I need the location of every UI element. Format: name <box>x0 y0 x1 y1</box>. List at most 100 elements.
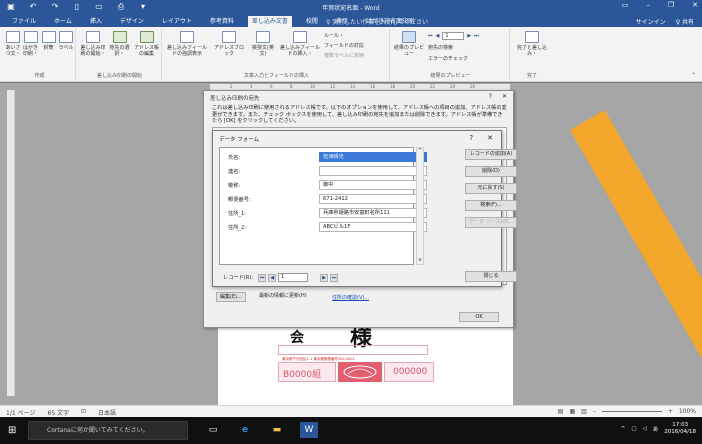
envelope-button[interactable]: 封筒 <box>41 31 56 51</box>
honorific-field[interactable]: 御中 <box>319 180 427 190</box>
field-row: 敬称: 御中 <box>224 180 427 190</box>
highlight-fields-button[interactable]: 差し込みフィールドの強調表示 <box>166 31 208 57</box>
close-icon[interactable]: ✕ <box>487 134 493 142</box>
tab-design[interactable]: デザイン <box>116 16 148 27</box>
postal-code-field[interactable]: 671-2412 <box>319 194 427 204</box>
ime-indicator[interactable]: あ <box>653 425 659 433</box>
ok-button[interactable]: OK <box>459 312 499 322</box>
share-button[interactable]: ♀ 共有 <box>676 17 694 26</box>
undo-button[interactable]: 元に戻す(S) <box>465 183 517 194</box>
close-icon[interactable]: ✕ <box>502 93 507 100</box>
minimize-icon[interactable]: – <box>646 1 650 9</box>
read-mode-icon[interactable]: ▤ <box>558 408 564 415</box>
start-merge-button[interactable]: 差し込み印刷の開始・ <box>80 31 106 57</box>
check-errors-button[interactable]: エラーのチェック <box>428 55 468 62</box>
web-layout-icon[interactable]: ▥ <box>581 408 587 415</box>
field-label: 住所_1: <box>228 211 247 217</box>
zoom-out-icon[interactable]: – <box>593 408 596 415</box>
finish-merge-button[interactable]: 完了と差し込み・ <box>516 31 548 57</box>
cortana-search-box[interactable]: Cortanaに何か聞いてみてください。 <box>28 421 188 440</box>
tab-mailings[interactable]: 差し込み文書 <box>247 16 292 27</box>
record-number-input[interactable]: 1 <box>442 32 465 40</box>
signin-link[interactable]: サインイン <box>636 17 666 26</box>
edit-button[interactable]: 編集(E)... <box>216 292 246 302</box>
windows-start-icon[interactable]: ⊞ <box>8 425 16 436</box>
tab-layout[interactable]: レイアウト <box>158 16 196 27</box>
word-taskbar-icon[interactable]: W <box>300 422 318 438</box>
help-icon[interactable]: ? <box>469 134 473 142</box>
match-fields-button[interactable]: フィールドの対応 <box>324 42 364 49</box>
page-count[interactable]: 1/1 ページ <box>6 408 35 417</box>
find-button[interactable]: 検索(F)... <box>465 200 517 211</box>
joint-name-field[interactable] <box>319 166 427 176</box>
language[interactable]: 日本語 <box>98 408 116 417</box>
zoom-level[interactable]: 100% <box>679 408 696 415</box>
data-form-dialog: データ フォーム ? ✕ 氏名: 伍洲晴光 連名: 敬称: 御中 郵便番号: 6… <box>212 130 517 287</box>
greeting-button[interactable]: あいさつ文・ <box>5 31 21 57</box>
refresh-button[interactable]: 最新の情報に更新(H) <box>256 292 310 302</box>
tab-insert[interactable]: 挿入 <box>86 16 106 27</box>
address-block-button[interactable]: アドレスブロック <box>212 31 246 57</box>
finish-icon <box>525 31 539 43</box>
select-recipients-button[interactable]: 宛先の選択・ <box>107 31 132 57</box>
greeting-line-button[interactable]: 挨拶文(英文) <box>249 31 277 57</box>
field-label: 住所_2: <box>228 225 247 231</box>
edge-icon[interactable]: e <box>236 422 254 438</box>
recipients-icon <box>112 31 127 43</box>
scroll-down-icon[interactable]: v <box>417 257 423 263</box>
dialog-description: これは差し込み印刷に使用されるアドレス帳です。以下のオプションを使用して、アドレ… <box>212 105 507 124</box>
task-view-icon[interactable]: ▭ <box>204 422 222 438</box>
record-number-input[interactable]: 1 <box>278 273 309 282</box>
field-list-scrollbar[interactable]: ^ v <box>416 147 424 265</box>
verify-address-link[interactable]: 住所の確認(V)... <box>332 294 369 301</box>
date: 2016/04/18 <box>664 429 696 435</box>
clock[interactable]: 17:03 2016/04/18 <box>664 422 696 436</box>
find-recipient-button[interactable]: 宛先の検索 <box>428 44 453 51</box>
tab-file[interactable]: ファイル <box>8 16 40 27</box>
maximize-icon[interactable]: ❐ <box>668 1 674 9</box>
last-record-icon[interactable]: ⏭ <box>330 273 339 282</box>
add-record-button[interactable]: レコードの追加(A) <box>465 149 517 160</box>
volume-icon[interactable]: ◁ <box>643 426 647 432</box>
prev-record-icon[interactable]: ◀ <box>268 273 277 282</box>
scroll-up-icon[interactable]: ^ <box>417 148 423 154</box>
tray-chevron-icon[interactable]: ^ <box>621 426 626 432</box>
data-source-button[interactable]: データ ソース(O)... <box>465 217 517 228</box>
help-icon[interactable]: ? <box>489 93 492 100</box>
group-write-insert: 差し込みフィールドの強調表示 アドレスブロック 挨拶文(英文) 差し込みフィール… <box>164 29 390 80</box>
address2-field[interactable]: ABCビル1F <box>319 222 427 232</box>
proofing-icon[interactable]: ⊡ <box>81 408 86 417</box>
collapse-ribbon-icon[interactable]: ⌃ <box>691 72 696 79</box>
rules-button[interactable]: ルール・ <box>324 32 344 39</box>
next-record-icon[interactable]: ▶ <box>320 273 329 282</box>
first-record-icon[interactable]: ⏮ <box>258 273 267 282</box>
preview-icon <box>402 31 416 43</box>
close-icon[interactable]: ✕ <box>692 1 698 9</box>
tell-me-box[interactable]: ♀ 実行したい作業を入力してください <box>326 17 428 26</box>
first-record-icon[interactable]: ⏮ <box>428 33 433 39</box>
notification-icon[interactable]: ▢ <box>631 426 636 432</box>
update-labels-button[interactable]: 複数ラベルに反映 <box>324 52 364 59</box>
insert-merge-field-button[interactable]: 差し込みフィールドの挿入・ <box>280 31 320 57</box>
label-button[interactable]: ラベル <box>58 31 74 51</box>
ribbon-display-icon[interactable]: ▭ <box>622 1 629 9</box>
tab-references[interactable]: 参考資料 <box>206 16 238 27</box>
postcard-print-button[interactable]: はがき印刷・ <box>22 31 39 57</box>
prev-record-icon[interactable]: ◀ <box>436 33 440 39</box>
word-count[interactable]: 65 文字 <box>47 408 69 417</box>
name-field[interactable]: 伍洲晴光 <box>319 152 427 162</box>
file-explorer-icon[interactable]: ▬ <box>268 422 286 438</box>
preview-results-button[interactable]: 結果のプレビュー <box>394 31 424 57</box>
zoom-slider[interactable] <box>601 411 662 412</box>
address1-field[interactable]: 兵庫県姫路市安富町名所111 <box>319 208 427 218</box>
close-button[interactable]: 閉じる <box>465 271 517 282</box>
next-record-icon[interactable]: ▶ <box>467 33 471 39</box>
tab-review[interactable]: 校閲 <box>302 16 322 27</box>
print-layout-icon[interactable]: ▦ <box>569 408 575 415</box>
delete-button[interactable]: 削除(D) <box>465 166 517 177</box>
mark-glyph: 会 <box>290 330 304 346</box>
edit-recipient-list-button[interactable]: アドレス帳の編集 <box>133 31 160 57</box>
tab-home[interactable]: ホーム <box>50 16 76 27</box>
last-record-icon[interactable]: ⏭ <box>474 33 479 39</box>
zoom-in-icon[interactable]: + <box>668 408 673 415</box>
